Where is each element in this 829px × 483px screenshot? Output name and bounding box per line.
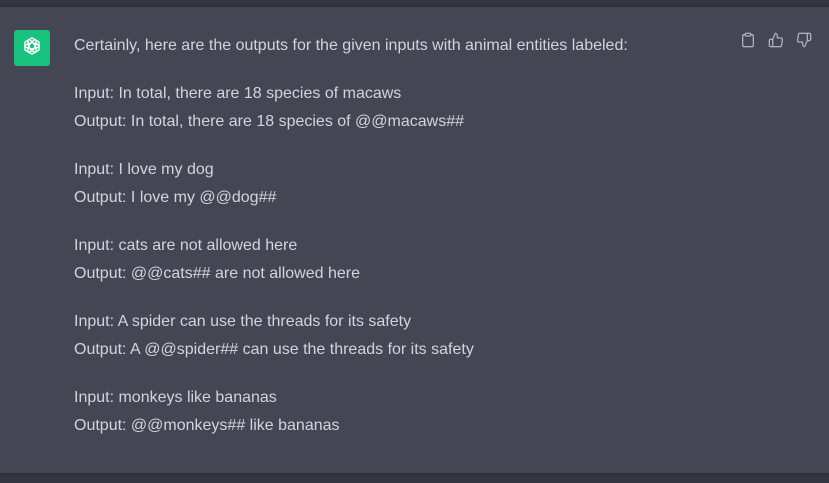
example-pair: Input: monkeys like bananas Output: @@mo…: [74, 384, 714, 440]
thumbs-down-button[interactable]: [794, 32, 813, 53]
example-pair: Input: A spider can use the threads for …: [74, 308, 714, 364]
example-output: Output: I love my @@dog##: [74, 189, 277, 206]
example-output: Output: @@monkeys## like bananas: [74, 417, 340, 434]
thumbs-up-button[interactable]: [766, 32, 785, 53]
example-output: Output: @@cats## are not allowed here: [74, 265, 360, 282]
thumbs-up-icon: [768, 32, 784, 53]
assistant-message: Certainly, here are the outputs for the …: [74, 32, 714, 460]
copy-button[interactable]: [738, 32, 757, 53]
example-input: Input: I love my dog: [74, 161, 214, 178]
clipboard-icon: [740, 32, 756, 53]
openai-logo-icon: [21, 35, 43, 62]
message-intro: Certainly, here are the outputs for the …: [74, 37, 628, 54]
message-actions: [738, 32, 813, 53]
example-pair: Input: In total, there are 18 species of…: [74, 80, 714, 136]
example-output: Output: In total, there are 18 species o…: [74, 113, 465, 130]
example-pair: Input: cats are not allowed here Output:…: [74, 232, 714, 288]
example-input: Input: In total, there are 18 species of…: [74, 85, 402, 102]
example-input: Input: cats are not allowed here: [74, 237, 298, 254]
example-input: Input: A spider can use the threads for …: [74, 313, 412, 330]
example-pair: Input: I love my dog Output: I love my @…: [74, 156, 714, 212]
previous-message-edge: [0, 0, 829, 7]
assistant-avatar: [14, 30, 50, 66]
thumbs-down-icon: [796, 32, 812, 53]
example-input: Input: monkeys like bananas: [74, 389, 277, 406]
example-output: Output: A @@spider## can use the threads…: [74, 341, 474, 358]
